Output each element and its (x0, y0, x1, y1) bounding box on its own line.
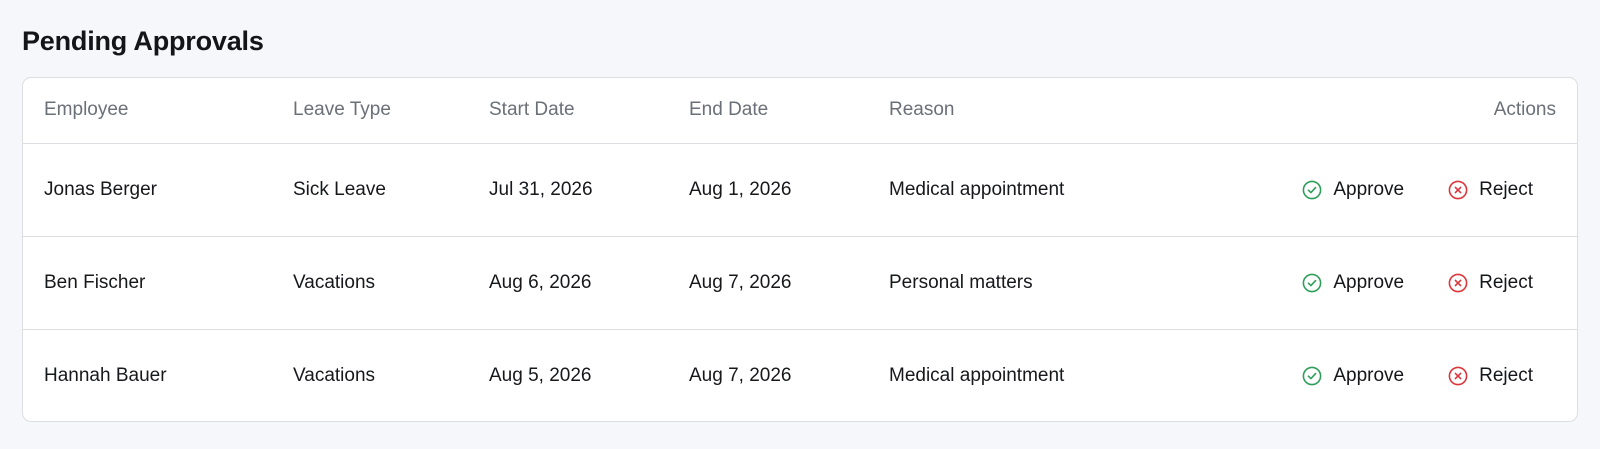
column-header-employee: Employee (23, 78, 272, 144)
approvals-table-card: Employee Leave Type Start Date End Date … (22, 77, 1578, 422)
x-circle-icon (1448, 273, 1468, 293)
reject-label: Reject (1479, 178, 1533, 200)
reason: Personal matters (868, 236, 1268, 330)
table-header-row: Employee Leave Type Start Date End Date … (23, 78, 1577, 144)
approve-button[interactable]: Approve (1294, 359, 1412, 393)
reject-button[interactable]: Reject (1440, 359, 1541, 393)
leave-type: Vacations (293, 364, 376, 386)
start-date: Aug 6, 2026 (468, 236, 668, 330)
reason: Medical appointment (868, 143, 1268, 237)
actions-cell: Approve Reject (1268, 143, 1577, 237)
page: Pending Approvals Employee Leave Type St… (0, 0, 1600, 449)
row-actions: Approve Reject (1268, 173, 1556, 207)
leave-type: Vacations (272, 236, 468, 330)
table-row: Jonas Berger Sick Leave Jul 31, 2026 Aug… (23, 143, 1577, 237)
approve-button[interactable]: Approve (1294, 266, 1412, 300)
employee-name: Jonas Berger (23, 143, 272, 237)
check-circle-icon (1302, 366, 1322, 386)
employee-name: Hannah Bauer (44, 364, 167, 386)
actions-cell: Approve Reject (1268, 236, 1577, 330)
x-circle-icon (1448, 180, 1468, 200)
start-date: Aug 5, 2026 (489, 364, 592, 386)
actions-cell: Approve Reject (1268, 329, 1577, 421)
table-body: Jonas Berger Sick Leave Jul 31, 2026 Aug… (23, 143, 1577, 421)
approve-label: Approve (1333, 178, 1405, 200)
end-date: Aug 7, 2026 (668, 236, 868, 330)
check-circle-icon (1302, 180, 1322, 200)
column-header-reason: Reason (868, 78, 1268, 144)
row-actions: Approve Reject (1268, 266, 1556, 300)
approve-button[interactable]: Approve (1294, 173, 1412, 207)
end-date: Aug 7, 2026 (689, 364, 792, 386)
table-row: Hannah Bauer Vacations Aug 5, 2026 Aug 7… (23, 329, 1577, 421)
approvals-table: Employee Leave Type Start Date End Date … (23, 78, 1577, 421)
page-title: Pending Approvals (22, 26, 264, 56)
leave-type: Sick Leave (272, 143, 468, 237)
column-header-start-date: Start Date (468, 78, 668, 144)
approve-label: Approve (1333, 271, 1405, 293)
column-header-leave-type: Leave Type (272, 78, 468, 144)
x-circle-icon (1448, 366, 1468, 386)
end-date: Aug 1, 2026 (668, 143, 868, 237)
approve-label: Approve (1333, 364, 1405, 386)
reject-label: Reject (1479, 271, 1533, 293)
start-date: Jul 31, 2026 (468, 143, 668, 237)
column-header-actions: Actions (1268, 78, 1577, 144)
table-row: Ben Fischer Vacations Aug 6, 2026 Aug 7,… (23, 236, 1577, 330)
column-header-end-date: End Date (668, 78, 868, 144)
employee-name: Ben Fischer (23, 236, 272, 330)
reject-button[interactable]: Reject (1440, 266, 1541, 300)
table-header: Employee Leave Type Start Date End Date … (23, 78, 1577, 144)
reject-button[interactable]: Reject (1440, 173, 1541, 207)
reason: Medical appointment (889, 364, 1065, 386)
row-actions: Approve Reject (1268, 359, 1556, 393)
reject-label: Reject (1479, 364, 1533, 386)
check-circle-icon (1302, 273, 1322, 293)
